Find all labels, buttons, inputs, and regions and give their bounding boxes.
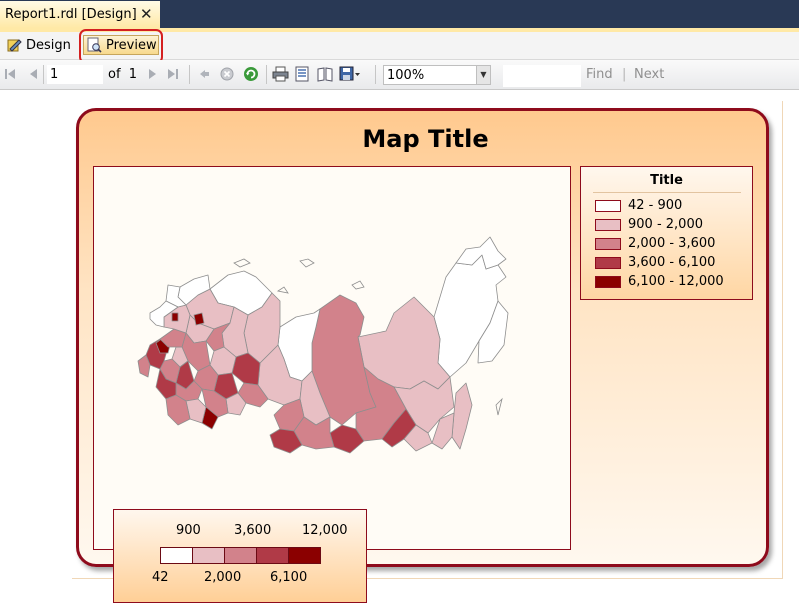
next-page-icon[interactable]: [147, 68, 159, 80]
find-text-input[interactable]: [503, 65, 581, 87]
find-next-link[interactable]: Next: [634, 67, 664, 82]
map-viewport: 900 3,600 12,000 42 2,000 6,100: [93, 166, 571, 603]
document-tab-strip: Report1.rdl [Design] ✕: [0, 0, 799, 28]
map-island: [495, 397, 503, 416]
legend-label: 900 - 2,000: [628, 217, 703, 232]
scale-bottom-label: 2,000: [204, 570, 242, 585]
legend-swatch: [595, 256, 621, 269]
last-page-icon[interactable]: [167, 68, 179, 80]
legend-item: 900 - 2,000: [595, 217, 703, 232]
map-legend: Title 42 - 900 900 - 2,000 2,000 - 3,600…: [580, 166, 753, 300]
map-region: [451, 382, 473, 450]
export-save-icon[interactable]: [339, 66, 361, 82]
find-link[interactable]: Find: [586, 67, 613, 82]
legend-swatch: [595, 199, 621, 212]
first-page-icon[interactable]: [4, 68, 16, 80]
preview-highlight-ring: [79, 29, 163, 64]
toolbar-separator: [43, 65, 44, 84]
zoom-select[interactable]: 100% ▼: [383, 65, 491, 85]
legend-swatch: [595, 237, 621, 250]
print-layout-icon[interactable]: [295, 66, 310, 82]
map-region: [171, 312, 179, 322]
scale-swatch-4: [256, 547, 289, 564]
previous-page-icon[interactable]: [27, 68, 39, 80]
document-tab[interactable]: Report1.rdl [Design] ✕: [0, 1, 160, 28]
toolbar-separator: [189, 65, 190, 84]
page-count-label: of 1: [108, 67, 138, 82]
color-scale: 900 3,600 12,000 42 2,000 6,100: [113, 509, 367, 603]
map-island: [233, 258, 251, 268]
legend-label: 6,100 - 12,000: [628, 274, 724, 289]
legend-item: 2,000 - 3,600: [595, 236, 715, 251]
legend-swatch: [595, 218, 621, 231]
legend-swatch: [595, 275, 621, 288]
russia-regions-map: [137, 236, 509, 454]
page-setup-icon[interactable]: [317, 66, 333, 82]
scale-top-label: 900: [176, 523, 201, 538]
legend-item: 3,600 - 6,100: [595, 255, 715, 270]
find-next-separator: |: [622, 67, 627, 82]
scale-swatch-2: [192, 547, 225, 564]
design-tab-button[interactable]: Design: [6, 35, 71, 55]
legend-divider: [593, 192, 741, 193]
close-tab-icon[interactable]: ✕: [140, 5, 153, 23]
toolbar-separator: [375, 65, 376, 84]
map-title: Map Title: [362, 125, 489, 153]
scale-top-label: 3,600: [234, 523, 272, 538]
toolbar-separator: [266, 65, 267, 84]
print-icon[interactable]: [272, 66, 289, 82]
report-viewer-toolbar: of 1 100% ▼ Find | Next: [0, 60, 799, 90]
legend-label: 42 - 900: [628, 198, 683, 213]
legend-label: 3,600 - 6,100: [628, 255, 716, 270]
design-tab-label: Design: [26, 37, 71, 53]
legend-item: 6,100 - 12,000: [595, 274, 724, 289]
refresh-icon[interactable]: [243, 66, 259, 82]
map-control: Map Title 900 3,600 12,000 42 2,000 6,10…: [76, 108, 769, 603]
map-island: [351, 280, 365, 290]
legend-label: 2,000 - 3,600: [628, 236, 716, 251]
chevron-down-icon[interactable]: ▼: [476, 66, 490, 84]
map-island: [299, 258, 315, 268]
legend-item: 42 - 900: [595, 198, 682, 213]
scale-swatch-1: [160, 547, 193, 564]
stop-icon[interactable]: [220, 67, 234, 81]
map-region: [193, 312, 205, 326]
map-island: [276, 286, 289, 294]
zoom-value: 100%: [387, 68, 425, 83]
legend-title: Title: [650, 173, 683, 188]
document-tab-label: Report1.rdl [Design]: [5, 7, 137, 22]
scale-swatch-3: [224, 547, 257, 564]
back-icon[interactable]: [198, 68, 210, 80]
design-pencil-icon: [7, 39, 22, 52]
page-number-input[interactable]: [47, 65, 103, 84]
scale-top-label: 12,000: [302, 523, 348, 538]
scale-bottom-label: 6,100: [270, 570, 308, 585]
scale-swatch-5: [288, 547, 321, 564]
scale-bottom-label: 42: [152, 570, 169, 585]
